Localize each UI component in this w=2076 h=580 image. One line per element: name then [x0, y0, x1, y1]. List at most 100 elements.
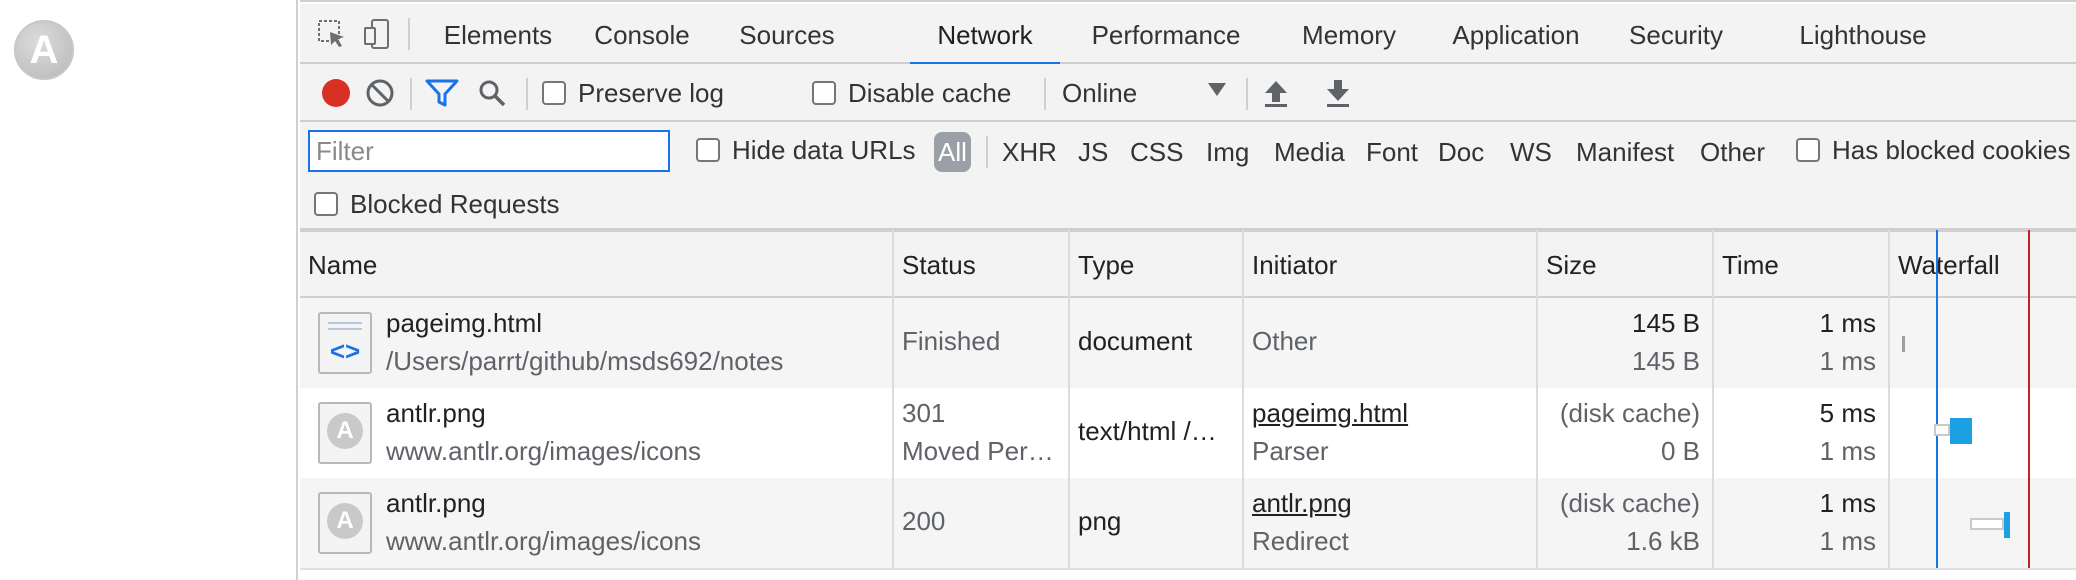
type-filter-xhr[interactable]: XHR — [1002, 132, 1057, 172]
column-divider[interactable] — [1888, 230, 1890, 580]
tab-performance[interactable]: Performance — [1080, 4, 1252, 64]
record-button[interactable] — [318, 75, 354, 111]
devtools-tab-bar: Elements Console Sources Network Perform… — [300, 4, 2076, 66]
column-header-waterfall[interactable]: Waterfall — [1890, 232, 2076, 298]
column-header-name[interactable]: Name — [300, 232, 892, 298]
inspect-element-icon[interactable] — [314, 16, 350, 52]
request-size-transferred: 145 B — [1632, 308, 1700, 338]
antlr-logo-icon: A — [14, 20, 74, 80]
request-status: Finished — [902, 326, 1001, 356]
tab-elements[interactable]: Elements — [434, 4, 562, 64]
request-size-transferred: (disk cache) — [1559, 488, 1700, 518]
type-filter-other[interactable]: Other — [1700, 132, 1765, 172]
column-header-status[interactable]: Status — [894, 232, 1068, 298]
type-filter-ws[interactable]: WS — [1510, 132, 1552, 172]
toolbar-separator — [1246, 78, 1248, 110]
checkbox-box[interactable] — [1796, 138, 1820, 162]
load-event-line — [2028, 230, 2030, 580]
type-filter-css[interactable]: CSS — [1130, 132, 1183, 172]
request-name[interactable]: antlr.png — [378, 398, 888, 432]
request-size-resource: 145 B — [1632, 346, 1700, 376]
inspected-page: A — [0, 0, 298, 580]
blocked-requests-checkbox[interactable]: Blocked Requests — [314, 186, 560, 222]
tab-security[interactable]: Security — [1620, 4, 1732, 64]
request-size-transferred: (disk cache) — [1559, 398, 1700, 428]
checkbox-box[interactable] — [812, 81, 836, 105]
waterfall-bar-queue — [1934, 424, 1950, 436]
request-latency: 1 ms — [1819, 346, 1876, 376]
filter-funnel-icon — [425, 79, 459, 107]
type-filter-manifest[interactable]: Manifest — [1576, 132, 1674, 172]
device-toolbar-icon[interactable] — [360, 16, 396, 52]
network-filter-bar: Hide data URLs All XHR JS CSS Img Media … — [300, 122, 2076, 230]
request-time: 5 ms — [1819, 398, 1876, 428]
request-time: 1 ms — [1819, 308, 1876, 338]
export-har-button[interactable] — [1320, 75, 1356, 111]
toolbar-separator — [410, 78, 412, 110]
column-header-initiator[interactable]: Initiator — [1244, 232, 1536, 298]
import-har-button[interactable] — [1258, 75, 1294, 111]
table-row[interactable] — [300, 568, 2076, 580]
tab-separator — [408, 18, 410, 50]
request-type: png — [1078, 506, 1122, 536]
requests-table: Name Status Type Initiator Size Time Wat… — [300, 230, 2076, 580]
toolbar-separator — [526, 78, 528, 110]
search-button[interactable] — [472, 75, 512, 111]
type-filter-doc[interactable]: Doc — [1438, 132, 1484, 172]
column-header-size[interactable]: Size — [1538, 232, 1712, 298]
request-initiator-link[interactable]: pageimg.html — [1244, 398, 1534, 432]
document-icon: <> — [318, 312, 372, 374]
type-filter-font[interactable]: Font — [1366, 132, 1418, 172]
checkbox-box[interactable] — [696, 138, 720, 162]
network-toolbar: Preserve log Disable cache Online — [300, 64, 2076, 122]
checkbox-box[interactable] — [314, 192, 338, 216]
has-blocked-cookies-checkbox[interactable]: Has blocked cookies — [1796, 132, 2070, 168]
clear-button[interactable] — [362, 75, 398, 111]
waterfall-bar — [1902, 336, 1905, 352]
preserve-log-label: Preserve log — [578, 77, 724, 108]
blocked-requests-label: Blocked Requests — [350, 188, 560, 219]
hide-data-urls-label: Hide data URLs — [732, 134, 916, 165]
hide-data-urls-checkbox[interactable]: Hide data URLs — [696, 132, 916, 168]
type-filter-media[interactable]: Media — [1274, 132, 1345, 172]
tab-memory[interactable]: Memory — [1284, 4, 1414, 64]
tab-network[interactable]: Network — [910, 4, 1060, 66]
filter-separator — [986, 136, 988, 168]
request-path: /Users/parrt/github/msds692/notes — [386, 346, 784, 376]
column-header-time[interactable]: Time — [1714, 232, 1888, 298]
filter-toggle-button[interactable] — [422, 75, 462, 111]
throttling-select[interactable]: Online — [1062, 75, 1226, 111]
tab-lighthouse[interactable]: Lighthouse — [1788, 4, 1938, 64]
type-filter-all[interactable]: All — [934, 132, 971, 172]
throttling-value: Online — [1062, 77, 1138, 108]
filter-input[interactable] — [308, 130, 670, 172]
request-size-resource: 0 B — [1660, 436, 1700, 466]
request-initiator-type: Parser — [1252, 436, 1329, 466]
disable-cache-checkbox[interactable]: Disable cache — [812, 75, 1011, 111]
request-initiator: Other — [1252, 326, 1318, 356]
devtools-panel: Elements Console Sources Network Perform… — [300, 0, 2076, 580]
table-header: Name Status Type Initiator Size Time Wat… — [300, 230, 2076, 298]
search-icon — [479, 80, 506, 107]
tab-console[interactable]: Console — [582, 4, 702, 64]
disable-cache-label: Disable cache — [848, 77, 1012, 108]
type-filter-img[interactable]: Img — [1206, 132, 1249, 172]
type-filter-js[interactable]: JS — [1078, 132, 1108, 172]
waterfall-bar — [2004, 512, 2010, 538]
request-initiator-link[interactable]: antlr.png — [1244, 488, 1534, 522]
image-icon: A — [318, 402, 372, 464]
checkbox-box[interactable] — [542, 81, 566, 105]
request-path: www.antlr.org/images/icons — [386, 526, 702, 556]
has-blocked-cookies-label: Has blocked cookies — [1832, 134, 2071, 165]
request-name[interactable]: antlr.png — [378, 488, 888, 522]
preserve-log-checkbox[interactable]: Preserve log — [542, 75, 724, 111]
tab-application[interactable]: Application — [1436, 4, 1596, 64]
column-header-type[interactable]: Type — [1070, 232, 1242, 298]
request-name[interactable]: pageimg.html — [378, 308, 888, 342]
image-icon: A — [318, 492, 372, 554]
waterfall-bar-queue — [1970, 518, 2004, 530]
request-status-text: Moved Per… — [902, 436, 1054, 466]
record-icon — [322, 79, 350, 107]
tab-sources[interactable]: Sources — [724, 4, 850, 64]
request-latency: 1 ms — [1819, 526, 1876, 556]
